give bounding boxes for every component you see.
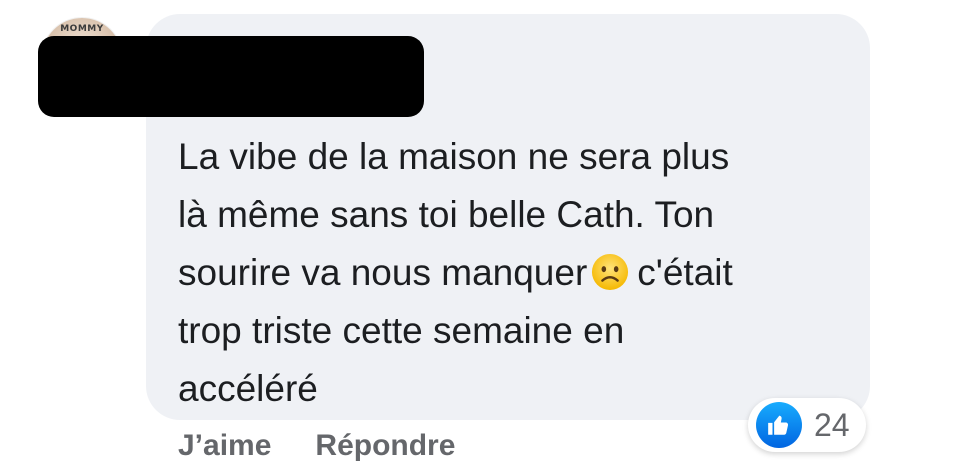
comment-line: là même sans toi belle Cath. Ton <box>178 194 715 235</box>
comment-line: c'était <box>637 252 733 293</box>
comment-line: trop triste cette semaine en <box>178 310 625 351</box>
comment-line: La vibe de la maison ne sera plus <box>178 136 730 177</box>
reply-button[interactable]: Répondre <box>315 424 455 468</box>
comment-text: La vibe de la maison ne sera plus là mêm… <box>178 128 848 418</box>
like-button[interactable]: J’aime <box>178 424 271 468</box>
reaction-summary[interactable]: 24 <box>748 398 866 452</box>
comment-line: sourire va nous manquer <box>178 252 588 293</box>
redacted-author-name <box>38 36 424 117</box>
thumbs-up-icon <box>756 402 802 448</box>
comment-actions: J’aime Répondre <box>178 424 455 468</box>
comment-line: accéléré <box>178 368 318 409</box>
reaction-count: 24 <box>814 407 850 443</box>
avatar-badge-text: MOMMY <box>60 24 104 34</box>
comment-container: MOMMY La vibe de la maison ne sera plus … <box>0 0 980 471</box>
sad-face-emoji-icon <box>592 253 629 291</box>
